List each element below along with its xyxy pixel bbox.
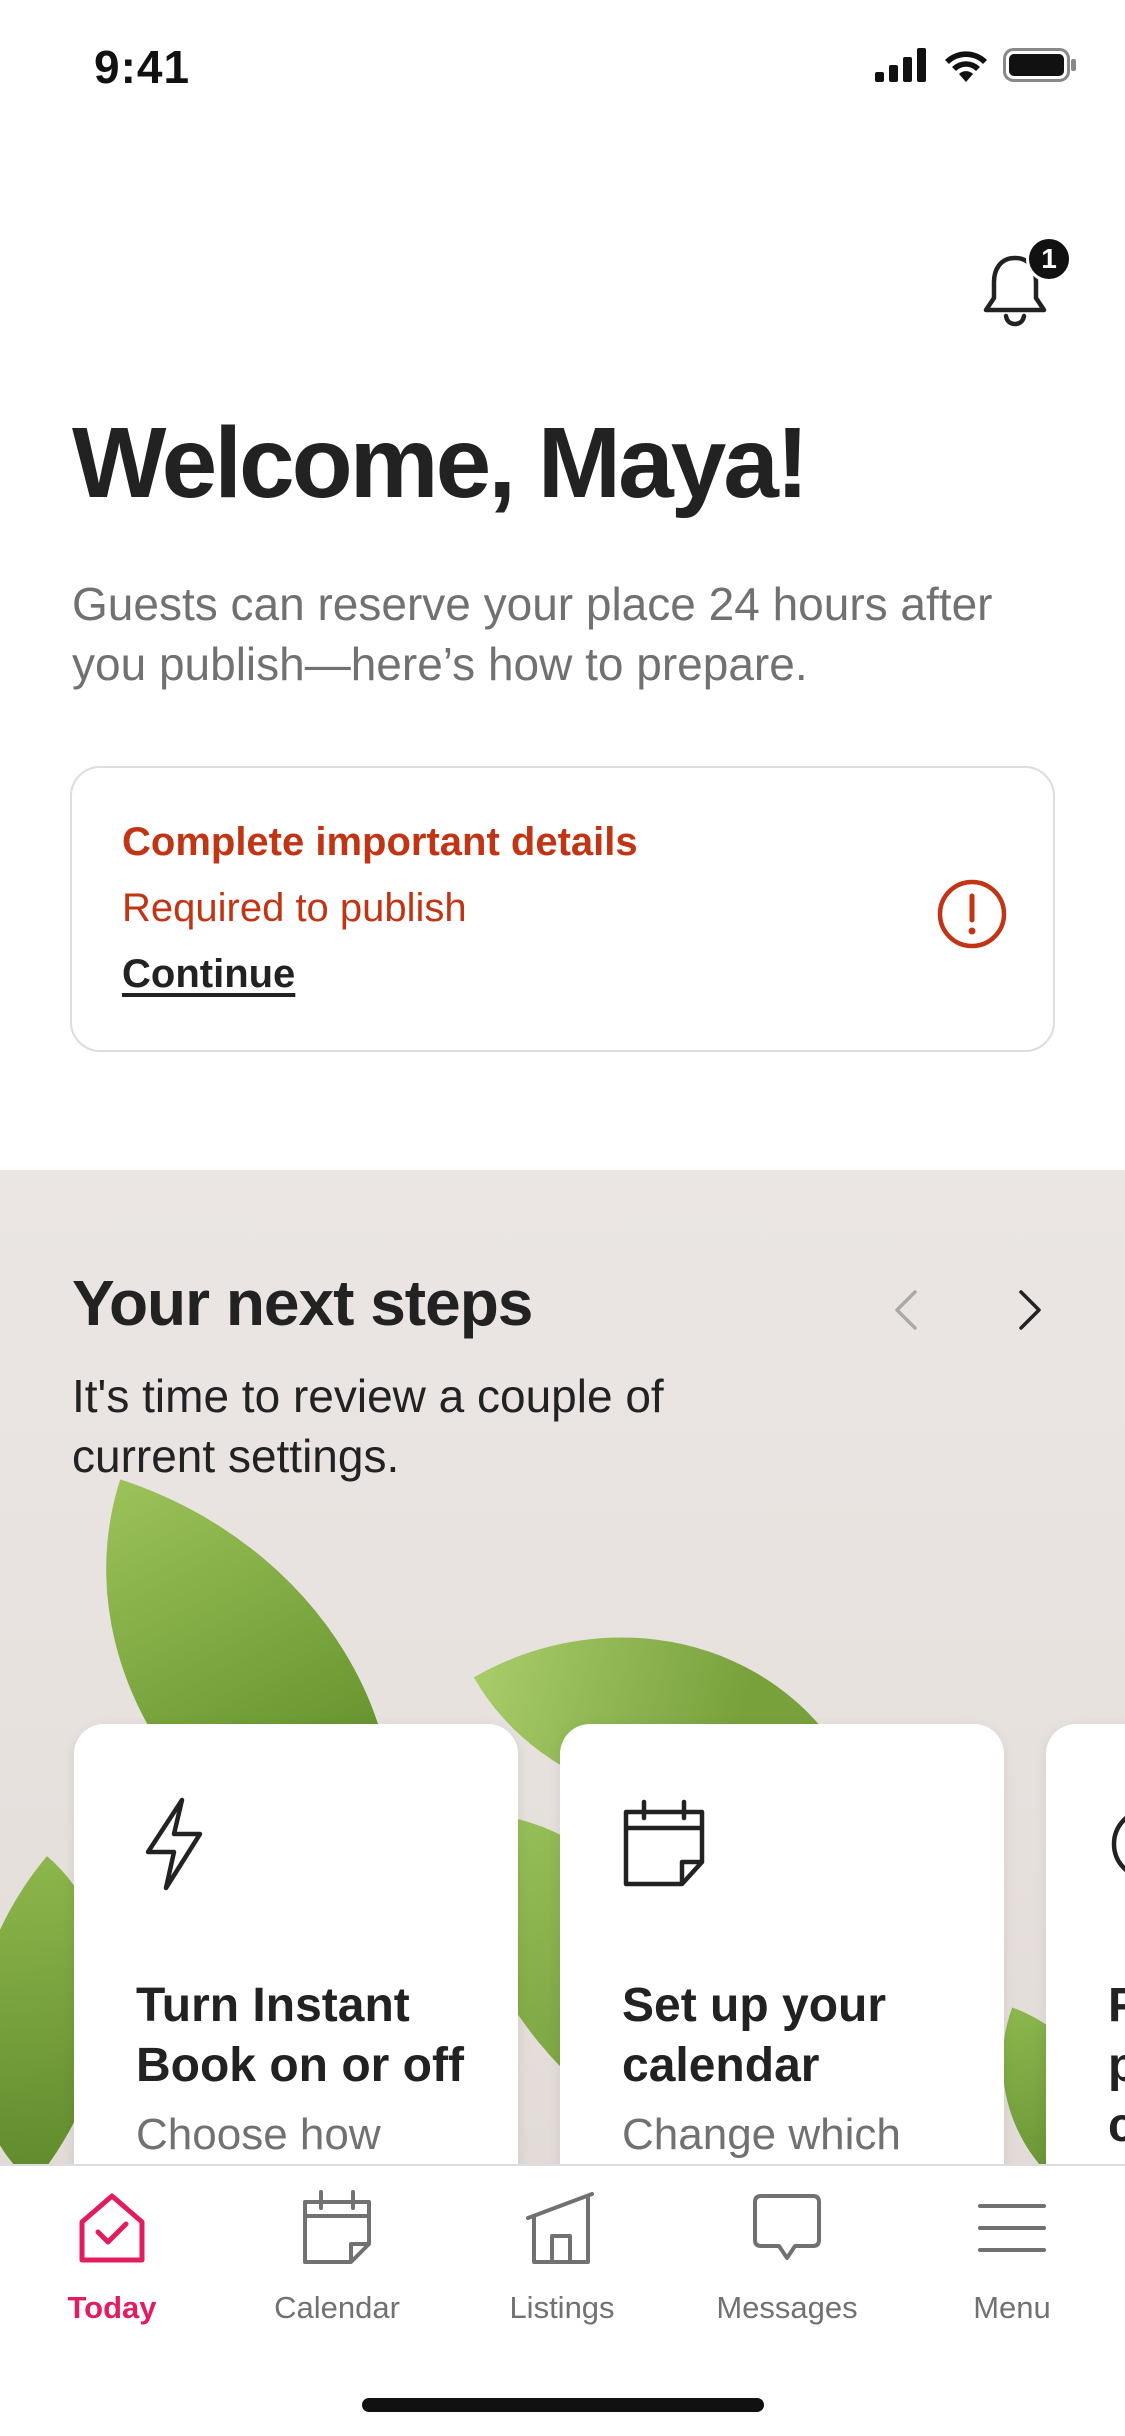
tab-listings[interactable]: Listings [462,2188,662,2338]
step-card-instant-book[interactable]: Turn Instant Book on or off Choose how [74,1724,518,2170]
chat-bubble-icon [753,2194,821,2260]
tab-messages[interactable]: Messages [687,2188,887,2338]
battery-icon [1003,48,1076,82]
notification-badge: 1 [1026,236,1072,282]
tab-label: Menu [973,2290,1051,2325]
next-steps-section: Your next steps It's time to review a co… [0,1170,1125,2170]
tab-calendar[interactable]: Calendar [237,2188,437,2338]
lightning-icon [145,1797,203,1891]
status-bar: 9:41 [0,0,1125,132]
building-icon [526,2192,594,2264]
next-steps-title: Your next steps [72,1267,533,1339]
welcome-subtitle: Guests can reserve your place 24 hours a… [72,578,993,690]
chevron-right-icon [1019,1290,1041,1330]
tab-label: Messages [716,2290,858,2325]
card-title: P p c [1108,1979,1125,2152]
home-indicator[interactable] [362,2398,764,2412]
notifications-button[interactable]: 1 [980,236,1072,327]
calendar-icon [303,2190,371,2264]
hamburger-icon [978,2204,1046,2252]
alert-title: Complete important details [122,820,638,864]
tab-label: Today [67,2290,157,2325]
wifi-icon [945,51,987,82]
home-check-icon [79,2193,145,2263]
status-icons [875,48,1077,82]
chevron-left-icon [895,1290,917,1330]
previous-button[interactable] [876,1270,936,1350]
card-title: Turn Instant Book on or off [136,1979,464,2092]
card-description: Change which [622,2110,901,2159]
important-details-card[interactable]: Complete important details Required to p… [70,766,1055,1052]
next-button[interactable] [1000,1270,1060,1350]
next-steps-subtitle: It's time to review a couple of current … [72,1370,664,1482]
warning-icon [937,879,1007,949]
bottom-tab-bar: Today Calendar Listings Messages Menu [0,2164,1125,2436]
tab-label: Calendar [274,2290,400,2325]
tab-label: Listings [509,2290,615,2325]
card-description: Choose how [136,2110,381,2159]
tab-menu[interactable]: Menu [912,2188,1112,2338]
status-time: 9:41 [94,41,191,93]
alert-subtitle: Required to publish [122,886,467,930]
calendar-icon [623,1799,705,1887]
step-card-calendar[interactable]: Set up your calendar Change which [560,1724,1004,2170]
signal-icon [875,48,926,82]
continue-link[interactable]: Continue [122,952,295,997]
step-card-partial[interactable]: P p c [1046,1724,1125,2170]
page-title: Welcome, Maya! [72,407,809,519]
card-title: Set up your calendar [622,1979,887,2092]
circle-icon [1111,1815,1125,1873]
tab-today[interactable]: Today [12,2188,212,2338]
